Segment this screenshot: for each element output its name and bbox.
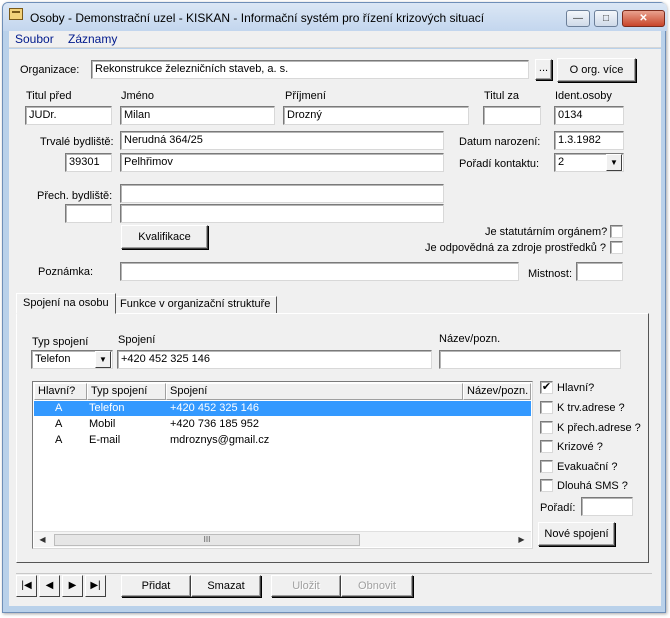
order-label: Pořadí:: [540, 502, 576, 514]
last-record-icon[interactable]: ▶|: [85, 575, 106, 597]
first-name-label: Jméno: [121, 90, 155, 102]
main-label: Hlavní?: [557, 382, 595, 394]
temp-address-checkbox[interactable]: [540, 421, 553, 434]
table-row[interactable]: A E-mail mdroznys@gmail.cz: [34, 433, 531, 448]
row-value: +420 736 185 952: [170, 418, 260, 430]
long-sms-label: Dlouhá SMS ?: [557, 480, 628, 492]
room-field[interactable]: [576, 262, 623, 281]
last-name-field[interactable]: Drozný: [283, 106, 469, 125]
permanent-address-label: Trvalé bydliště:: [40, 136, 114, 148]
room-label: Mistnost:: [528, 268, 573, 280]
row-type: Telefon: [89, 402, 125, 414]
column-header-note[interactable]: Název/pozn.: [463, 383, 531, 400]
main-checkbox[interactable]: ✔: [540, 381, 553, 394]
new-connection-button[interactable]: Nové spojení: [538, 522, 615, 546]
scroll-right-icon[interactable]: ▶: [514, 533, 529, 547]
table-row[interactable]: A Mobil +420 736 185 952: [34, 417, 531, 432]
crisis-checkbox[interactable]: [540, 440, 553, 453]
city-field[interactable]: Pelhřimov: [120, 153, 444, 172]
row-value: +420 452 325 146: [170, 402, 260, 414]
resources-checkbox[interactable]: [610, 241, 623, 254]
crisis-label: Krizové ?: [557, 441, 603, 453]
horizontal-scrollbar[interactable]: ◀ III ▶: [34, 531, 531, 547]
row-type: E-mail: [89, 434, 121, 446]
organization-more-button[interactable]: O org. více: [557, 58, 636, 82]
qualification-button[interactable]: Kvalifikace: [121, 225, 208, 249]
birth-date-field[interactable]: 1.3.1982: [554, 131, 624, 150]
statutory-label: Je statutárním orgánem?: [485, 226, 608, 238]
contact-order-value: 2: [558, 156, 565, 168]
connection-type-select[interactable]: Telefon ▼: [31, 350, 113, 369]
zip-field[interactable]: 39301: [65, 153, 112, 172]
note-label: Poznámka:: [38, 266, 94, 278]
connection-value-field[interactable]: +420 452 325 146: [117, 350, 432, 369]
contact-order-label: Pořadí kontaktu:: [459, 158, 540, 170]
title-before-field[interactable]: JUDr.: [25, 106, 112, 125]
temp-street-field[interactable]: [120, 184, 444, 203]
tab-connections[interactable]: Spojení na osobu: [16, 293, 116, 314]
reload-button[interactable]: Obnovit: [341, 575, 413, 597]
temp-address-label: Přech. bydliště:: [37, 190, 113, 202]
scroll-thumb[interactable]: III: [54, 534, 360, 546]
evacuation-label: Evakuační ?: [557, 461, 618, 473]
connection-note-field[interactable]: [439, 350, 621, 369]
row-main: A: [55, 418, 63, 430]
chevron-down-icon[interactable]: ▼: [606, 154, 622, 171]
row-value: mdroznys@gmail.cz: [170, 434, 270, 446]
table-row[interactable]: A Telefon +420 452 325 146: [34, 401, 531, 416]
connection-type-label: Typ spojení: [32, 336, 89, 348]
temp-city-field[interactable]: [120, 204, 444, 223]
close-button[interactable]: ✕: [622, 10, 665, 27]
connection-type-value: Telefon: [35, 353, 71, 365]
column-header-value[interactable]: Spojení: [166, 383, 463, 400]
add-button[interactable]: Přidat: [121, 575, 191, 597]
organization-label: Organizace:: [20, 64, 80, 76]
row-main: A: [55, 434, 63, 446]
connection-note-label: Název/pozn.: [439, 333, 501, 345]
last-name-label: Příjmení: [285, 90, 326, 102]
ident-field[interactable]: 0134: [554, 106, 624, 125]
column-header-type[interactable]: Typ spojení: [87, 383, 166, 400]
menu-item-zaznamy[interactable]: Záznamy: [68, 32, 117, 46]
evacuation-checkbox[interactable]: [540, 460, 553, 473]
resources-label: Je odpovědná za zdroje prostředků ?: [425, 242, 607, 254]
title-after-label: Titul za: [484, 90, 520, 102]
connection-value-label: Spojení: [118, 334, 156, 346]
minimize-button[interactable]: —: [566, 10, 590, 27]
delete-button[interactable]: Smazat: [191, 575, 261, 597]
tab-org-functions[interactable]: Funkce v organizační struktuře: [113, 296, 278, 313]
order-field[interactable]: [581, 497, 633, 516]
perm-address-label: K trv.adrese ?: [557, 402, 625, 414]
perm-address-checkbox[interactable]: [540, 401, 553, 414]
prev-record-icon[interactable]: ◀: [39, 575, 60, 597]
title-before-label: Titul před: [26, 90, 72, 102]
scroll-left-icon[interactable]: ◀: [35, 533, 50, 547]
organization-browse-button[interactable]: ...: [535, 59, 552, 80]
row-main: A: [55, 402, 63, 414]
app-window-icon: [9, 8, 23, 20]
first-name-field[interactable]: Milan: [120, 106, 275, 125]
ident-label: Ident.osoby: [555, 90, 612, 102]
note-field[interactable]: [120, 262, 519, 281]
row-type: Mobil: [89, 418, 116, 430]
organization-field[interactable]: Rekonstrukce železničních staveb, a. s.: [91, 60, 529, 79]
temp-zip-field[interactable]: [65, 204, 112, 223]
chevron-down-icon[interactable]: ▼: [95, 351, 111, 368]
menu-item-soubor[interactable]: Soubor: [15, 32, 54, 46]
statutory-checkbox[interactable]: [610, 225, 623, 238]
column-header-main[interactable]: Hlavní?: [34, 383, 87, 400]
birth-date-label: Datum narození:: [459, 136, 541, 148]
next-record-icon[interactable]: ▶: [62, 575, 83, 597]
connections-list[interactable]: Hlavní? Typ spojení Spojení Název/pozn. …: [32, 381, 533, 549]
contact-order-select[interactable]: 2 ▼: [554, 153, 624, 172]
save-button[interactable]: Uložit: [271, 575, 341, 597]
temp-address-flag-label: K přech.adrese ?: [557, 422, 641, 434]
title-after-field[interactable]: [483, 106, 541, 125]
street-field[interactable]: Nerudná 364/25: [120, 131, 444, 150]
long-sms-checkbox[interactable]: [540, 479, 553, 492]
maximize-button[interactable]: □: [594, 10, 618, 27]
first-record-icon[interactable]: |◀: [16, 575, 37, 597]
window-title: Osoby - Demonstrační uzel - KISKAN - Inf…: [30, 11, 485, 25]
